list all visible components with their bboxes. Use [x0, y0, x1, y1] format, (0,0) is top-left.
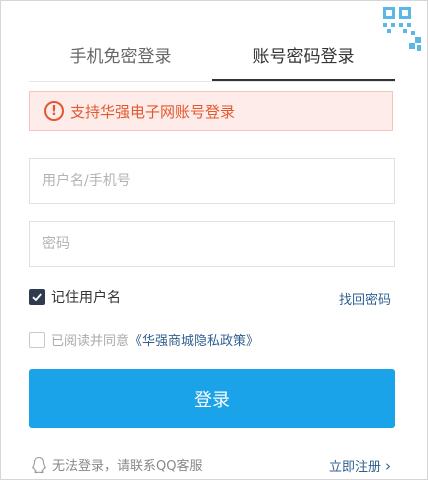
check-icon	[32, 293, 42, 302]
tab-password-login[interactable]: 账号密码登录	[212, 39, 395, 81]
register-link[interactable]: 立即注册 ›	[328, 456, 391, 476]
notice-banner: ! 支持华强电子网账号登录	[29, 91, 393, 131]
chevron-right-icon: ›	[385, 456, 391, 475]
qq-help-text: 无法登录，请联系QQ客服	[52, 459, 203, 474]
notice-text: 支持华强电子网账号登录	[70, 102, 236, 121]
forgot-password-link[interactable]: 找回密码	[339, 289, 391, 308]
remember-checkbox[interactable]	[29, 289, 45, 305]
register-label: 立即注册	[328, 460, 381, 475]
agree-text: 已阅读并同意	[51, 334, 130, 349]
remember-username[interactable]: 记住用户名	[29, 287, 121, 307]
login-button[interactable]: 登录	[29, 369, 395, 428]
remember-label: 记住用户名	[51, 290, 121, 306]
exclamation-circle-icon: !	[44, 101, 64, 121]
tab-sms-login[interactable]: 手机免密登录	[29, 39, 212, 79]
username-field	[29, 158, 395, 204]
agree-checkbox[interactable]	[29, 331, 45, 348]
login-panel: 手机免密登录 账号密码登录 ! 支持华强电子网账号登录 记住用户名 找回密码 已…	[0, 0, 428, 480]
password-input[interactable]	[30, 222, 394, 266]
login-tabs: 手机免密登录 账号密码登录	[29, 39, 395, 82]
password-field	[29, 221, 395, 267]
username-input[interactable]	[30, 159, 394, 203]
privacy-policy-link[interactable]: 《华强商城隐私政策》	[129, 330, 259, 349]
qq-icon	[32, 456, 46, 473]
qq-help[interactable]: 无法登录，请联系QQ客服	[31, 455, 202, 474]
privacy-agreement[interactable]: 已阅读并同意 《华强商城隐私政策》	[29, 330, 259, 349]
